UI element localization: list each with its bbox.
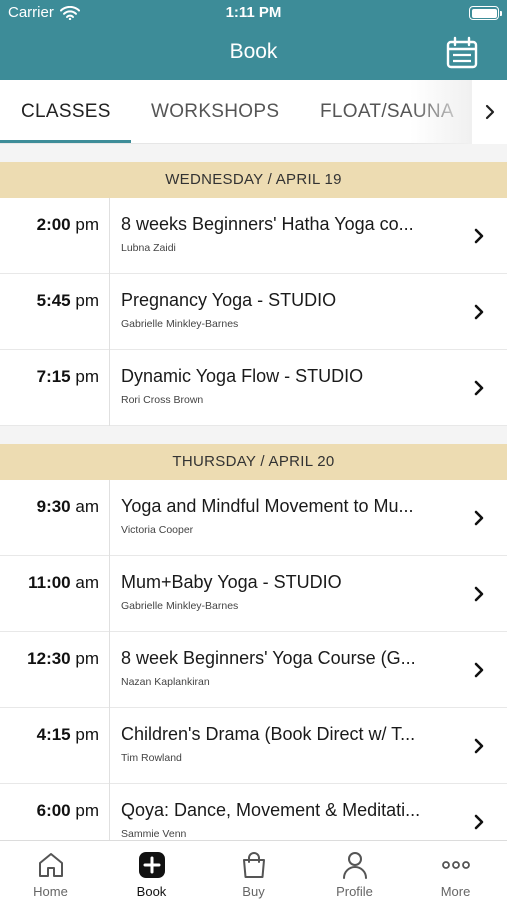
ellipsis-icon — [442, 861, 470, 869]
class-row[interactable]: 9:30 am Yoga and Mindful Movement to Mu.… — [0, 480, 507, 556]
row-divider — [109, 198, 110, 274]
category-tabs: CLASSES WORKSHOPS FLOAT/SAUNA — [0, 80, 507, 144]
class-teacher: Gabrielle Minkley-Barnes — [121, 318, 239, 330]
tabs-scroll-right-button[interactable] — [472, 80, 507, 144]
row-divider — [109, 350, 110, 426]
class-row[interactable]: 11:00 am Mum+Baby Yoga - STUDIO Gabriell… — [0, 556, 507, 632]
chevron-right-icon — [474, 814, 484, 830]
tabbar-label: Book — [136, 884, 167, 899]
active-tab-indicator — [0, 140, 131, 143]
row-divider — [109, 274, 110, 350]
class-row[interactable]: 6:00 pm Qoya: Dance, Movement & Meditati… — [0, 784, 507, 840]
class-time: 7:15 pm — [36, 367, 99, 386]
day-header: WEDNESDAY / APRIL 19 — [0, 162, 507, 198]
chevron-right-icon — [474, 228, 484, 244]
tabbar-home[interactable]: Home — [0, 841, 101, 900]
page-title: Book — [229, 40, 278, 63]
class-teacher: Gabrielle Minkley-Barnes — [121, 600, 239, 612]
tabbar-more[interactable]: More — [405, 841, 506, 900]
class-teacher: Tim Rowland — [121, 752, 182, 764]
row-divider — [109, 708, 110, 784]
class-name: Children's Drama (Book Direct w/ T... — [121, 724, 416, 744]
bottom-tab-bar: Home Book Buy Profile More — [0, 840, 507, 900]
class-row[interactable]: 5:45 pm Pregnancy Yoga - STUDIO Gabriell… — [0, 274, 507, 350]
tabbar-buy[interactable]: Buy — [203, 841, 304, 900]
class-teacher: Victoria Cooper — [121, 524, 194, 536]
plus-square-icon — [139, 852, 165, 878]
status-time: 1:11 PM — [225, 4, 282, 21]
row-divider — [109, 480, 110, 556]
class-name: Dynamic Yoga Flow - STUDIO — [121, 366, 364, 386]
chevron-right-icon — [474, 586, 484, 602]
chevron-right-icon — [474, 662, 484, 678]
tab-float-sauna[interactable]: FLOAT/SAUNA — [320, 80, 454, 144]
class-row[interactable]: 12:30 pm 8 week Beginners' Yoga Course (… — [0, 632, 507, 708]
tab-workshops[interactable]: WORKSHOPS — [151, 80, 279, 144]
class-row[interactable]: 2:00 pm 8 weeks Beginners' Hatha Yoga co… — [0, 198, 507, 274]
class-time: 12:30 pm — [27, 649, 99, 668]
row-divider — [109, 556, 110, 632]
class-time: 4:15 pm — [36, 725, 99, 744]
app-header: Carrier 1:11 PM Book — [0, 0, 507, 80]
tab-classes[interactable]: CLASSES — [21, 80, 111, 144]
class-name: Yoga and Mindful Movement to Mu... — [121, 496, 414, 516]
battery-icon — [469, 6, 502, 20]
class-teacher: Sammie Venn — [121, 828, 187, 840]
row-divider — [109, 632, 110, 708]
class-row[interactable]: 4:15 pm Children's Drama (Book Direct w/… — [0, 708, 507, 784]
class-name: 8 weeks Beginners' Hatha Yoga co... — [121, 214, 414, 234]
class-time: 9:30 am — [36, 497, 99, 516]
chevron-right-icon — [474, 304, 484, 320]
class-name: 8 week Beginners' Yoga Course (G... — [121, 648, 416, 668]
class-name: Mum+Baby Yoga - STUDIO — [121, 572, 342, 592]
person-icon — [343, 852, 367, 879]
class-row[interactable]: 7:15 pm Dynamic Yoga Flow - STUDIO Rori … — [0, 350, 507, 426]
class-teacher: Lubna Zaidi — [121, 242, 176, 254]
class-time: 2:00 pm — [36, 215, 99, 234]
chevron-right-icon — [485, 104, 494, 120]
tabbar-book[interactable]: Book — [101, 841, 202, 900]
chevron-right-icon — [474, 738, 484, 754]
tabbar-label: Home — [33, 884, 68, 899]
class-name: Qoya: Dance, Movement & Meditati... — [121, 800, 421, 820]
class-teacher: Nazan Kaplankiran — [121, 676, 210, 688]
class-teacher: Rori Cross Brown — [121, 394, 204, 406]
class-time: 11:00 am — [28, 573, 99, 592]
tabbar-label: More — [440, 884, 471, 899]
class-schedule-list[interactable]: WEDNESDAY / APRIL 19 2:00 pm 8 weeks Beg… — [0, 144, 507, 840]
tabbar-profile[interactable]: Profile — [304, 841, 405, 900]
class-name: Pregnancy Yoga - STUDIO — [121, 290, 337, 310]
calendar-icon[interactable] — [445, 36, 479, 70]
chevron-right-icon — [474, 510, 484, 526]
tabbar-label: Buy — [242, 884, 265, 899]
home-icon — [39, 853, 63, 877]
shopping-bag-icon — [243, 852, 265, 878]
chevron-right-icon — [474, 380, 484, 396]
tabbar-label: Profile — [336, 884, 373, 899]
class-time: 6:00 pm — [36, 801, 99, 820]
class-time: 5:45 pm — [36, 291, 99, 310]
row-divider — [109, 784, 110, 840]
day-header: THURSDAY / APRIL 20 — [0, 444, 507, 480]
